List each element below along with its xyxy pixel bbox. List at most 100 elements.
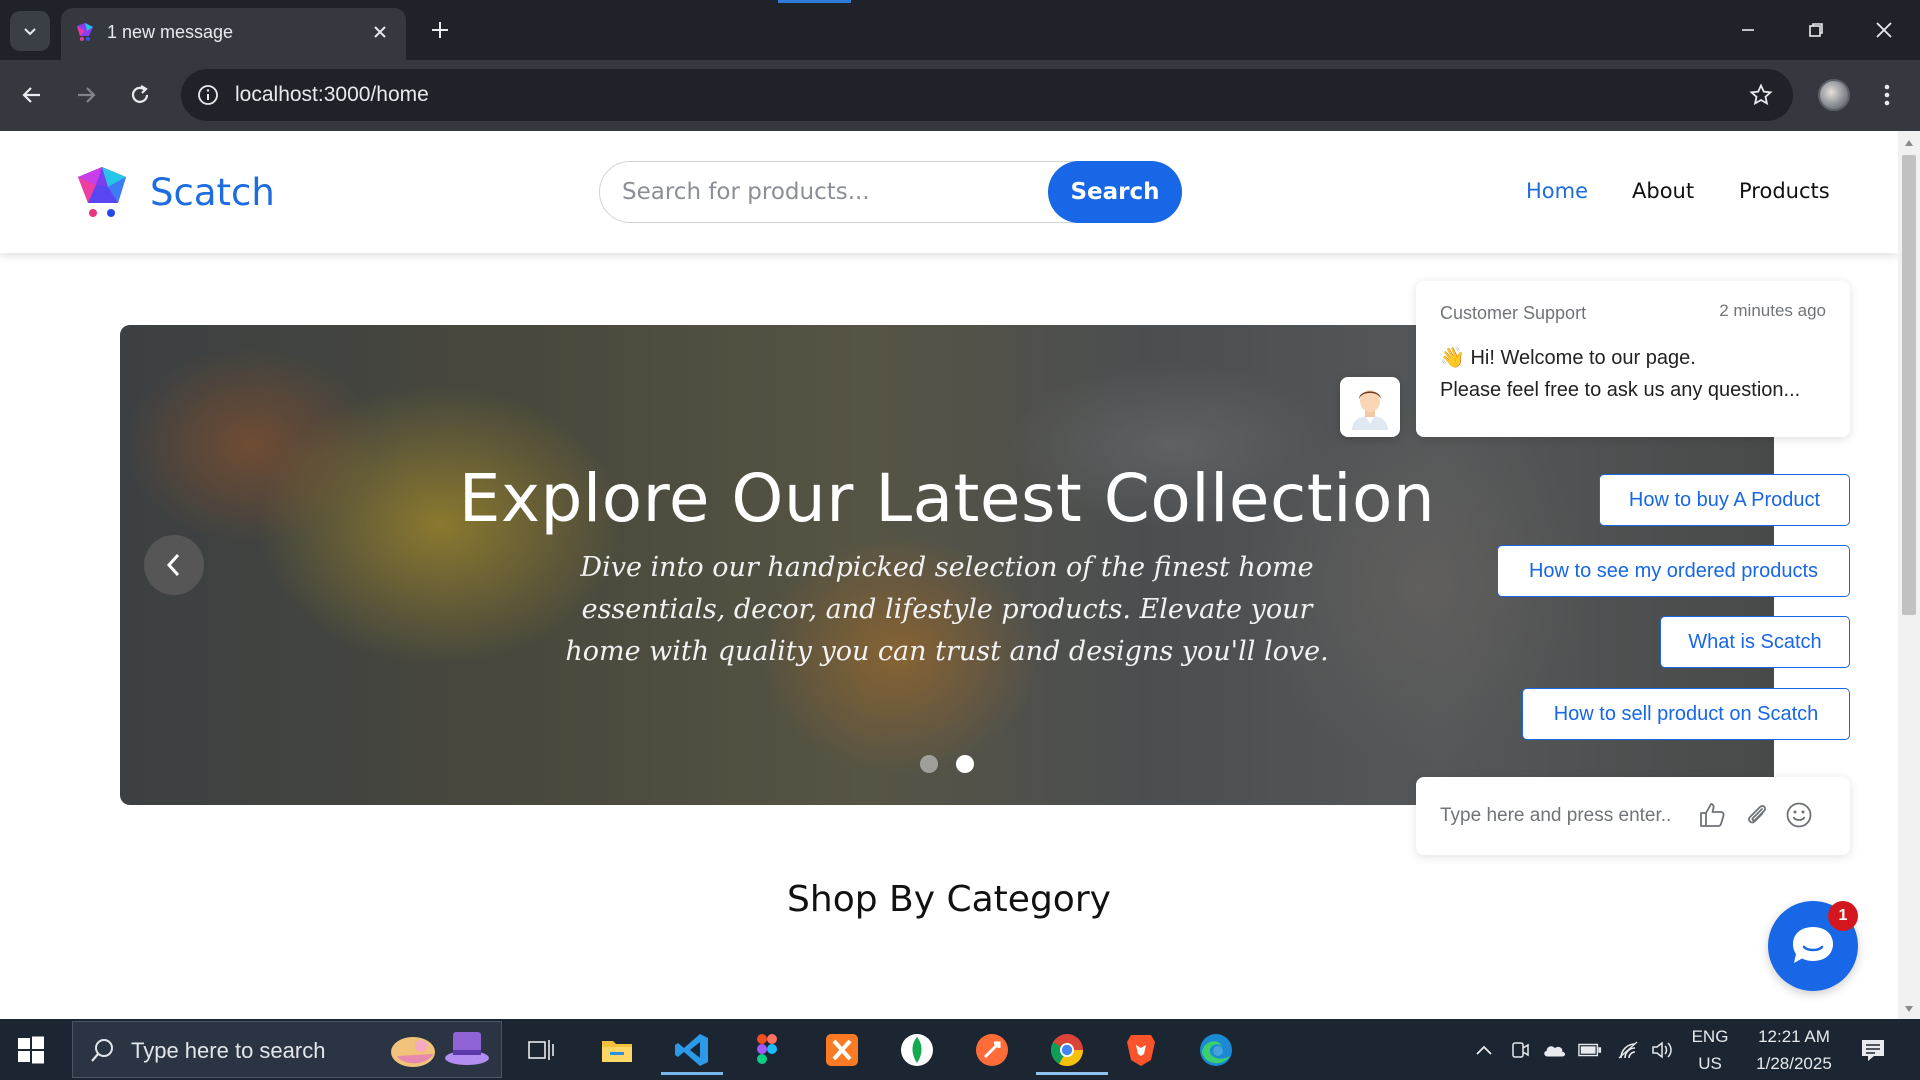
nav-products[interactable]: Products <box>1739 179 1830 203</box>
notifications-button[interactable] <box>1859 1036 1887 1064</box>
scatch-favicon-icon <box>77 23 93 41</box>
support-avatar <box>1340 377 1400 437</box>
attach-button[interactable] <box>1741 799 1773 831</box>
chevron-up-icon <box>1476 1045 1492 1055</box>
minimize-icon <box>1742 29 1754 31</box>
carousel-dot-2[interactable] <box>956 755 974 773</box>
postman-button[interactable] <box>967 1025 1017 1075</box>
carousel-dot-1[interactable] <box>920 755 938 773</box>
profile-avatar[interactable] <box>1818 79 1850 111</box>
chat-agent-name: Customer Support <box>1440 303 1587 323</box>
quick-reply-ordered-products[interactable]: How to see my ordered products <box>1497 545 1850 597</box>
battery-icon <box>1578 1043 1602 1057</box>
close-icon <box>1876 22 1892 38</box>
clock-time[interactable]: 12:21 AM <box>1742 1027 1846 1047</box>
vscode-icon <box>675 1034 708 1066</box>
input-language[interactable]: ENG <box>1688 1027 1732 1047</box>
address-bar[interactable]: localhost:3000/home <box>181 69 1793 121</box>
page-viewport: Scatch Search Home About Products Explor… <box>0 131 1920 1019</box>
arrow-right-icon <box>78 87 96 103</box>
product-search: Search <box>599 161 1182 223</box>
wifi-button[interactable] <box>1616 1038 1640 1062</box>
browser-tab[interactable]: 1 new message <box>61 8 406 60</box>
chrome-button[interactable] <box>1036 1025 1108 1075</box>
windows-taskbar: Type here to search ENG US 12:21 AM 1/28… <box>0 1019 1920 1080</box>
clock-date[interactable]: 1/28/2025 <box>1742 1054 1846 1074</box>
input-region[interactable]: US <box>1688 1054 1732 1074</box>
task-view-button[interactable] <box>516 1025 566 1075</box>
figma-button[interactable] <box>742 1025 792 1075</box>
scroll-thumb[interactable] <box>1902 155 1916 615</box>
back-button[interactable] <box>12 75 52 115</box>
vscode-button[interactable] <box>661 1025 723 1075</box>
mongodb-compass-button[interactable] <box>892 1025 942 1075</box>
new-tab-button[interactable] <box>425 15 455 45</box>
battery-button[interactable] <box>1578 1038 1602 1062</box>
emoji-button[interactable] <box>1783 799 1815 831</box>
show-hidden-icons-button[interactable] <box>1472 1038 1496 1062</box>
task-view-icon <box>528 1040 554 1060</box>
url-text: localhost:3000/home <box>235 83 429 106</box>
scatch-logo-icon[interactable] <box>74 163 132 221</box>
chrome-icon <box>1050 1034 1083 1067</box>
brave-button[interactable] <box>1116 1025 1166 1075</box>
onedrive-button[interactable] <box>1542 1038 1566 1062</box>
search-highlight-art-icon <box>391 1032 489 1067</box>
tab-title: 1 new message <box>107 22 234 42</box>
xampp-icon <box>826 1034 858 1066</box>
section-title: Shop By Category <box>787 879 1111 920</box>
scroll-up-arrow[interactable] <box>1903 137 1915 149</box>
forward-button[interactable] <box>66 75 106 115</box>
chat-message: Please feel free to ask us any question.… <box>1440 379 1801 401</box>
nav-about[interactable]: About <box>1632 179 1694 203</box>
carousel-prev-button[interactable] <box>144 535 204 595</box>
wifi-icon <box>1618 1041 1638 1059</box>
nav-home[interactable]: Home <box>1526 179 1588 203</box>
bookmark-button[interactable] <box>1747 81 1775 109</box>
smiley-icon <box>1786 802 1812 828</box>
brand-name[interactable]: Scatch <box>150 171 275 214</box>
quick-reply-what-is-scatch[interactable]: What is Scatch <box>1660 616 1850 668</box>
volume-button[interactable] <box>1650 1038 1674 1062</box>
arrow-left-icon <box>22 87 40 103</box>
edge-icon <box>1200 1034 1232 1066</box>
thumbs-up-button[interactable] <box>1696 799 1728 831</box>
tab-close-button[interactable] <box>368 20 392 44</box>
restore-button[interactable] <box>1796 12 1836 48</box>
info-icon <box>198 85 218 105</box>
reload-button[interactable] <box>120 75 160 115</box>
chat-timestamp: 2 minutes ago <box>1719 301 1826 320</box>
figma-icon <box>757 1034 777 1064</box>
chat-input[interactable] <box>1440 801 1680 831</box>
edge-button[interactable] <box>1191 1025 1241 1075</box>
reload-icon <box>131 85 149 103</box>
windows-start-icon[interactable] <box>16 1035 46 1065</box>
browser-tab-bar: 1 new message <box>0 0 1920 60</box>
hero-subtitle: Dive into our handpicked selection of th… <box>565 552 1329 667</box>
tab-search-button[interactable] <box>10 11 50 51</box>
cloud-icon <box>1544 1046 1566 1057</box>
scroll-down-arrow[interactable] <box>1903 1003 1915 1015</box>
quick-reply-buy-product[interactable]: How to buy A Product <box>1599 474 1850 526</box>
thumbs-up-icon <box>1700 803 1725 827</box>
brave-lion-icon <box>1127 1035 1155 1066</box>
search-icon <box>91 1039 113 1062</box>
search-input[interactable] <box>622 174 1042 210</box>
more-vertical-icon <box>1884 84 1890 106</box>
meet-now-button[interactable] <box>1508 1038 1532 1062</box>
close-window-button[interactable] <box>1864 12 1904 48</box>
search-button[interactable]: Search <box>1048 161 1182 223</box>
minimize-button[interactable] <box>1728 12 1768 48</box>
chat-greeting: 👋 Hi! Welcome to our page. <box>1440 347 1696 369</box>
site-info-button[interactable] <box>195 82 221 108</box>
file-explorer-button[interactable] <box>592 1025 642 1075</box>
restore-icon <box>1809 23 1823 37</box>
taskbar-search[interactable]: Type here to search <box>72 1021 502 1078</box>
xampp-button[interactable] <box>817 1025 867 1075</box>
star-icon <box>1749 83 1773 106</box>
browser-menu-button[interactable] <box>1872 77 1902 113</box>
quick-reply-sell-product[interactable]: How to sell product on Scatch <box>1522 688 1850 740</box>
chat-bubble-icon <box>1793 927 1833 963</box>
folder-icon <box>602 1041 632 1062</box>
page-scrollbar[interactable] <box>1898 131 1920 1019</box>
